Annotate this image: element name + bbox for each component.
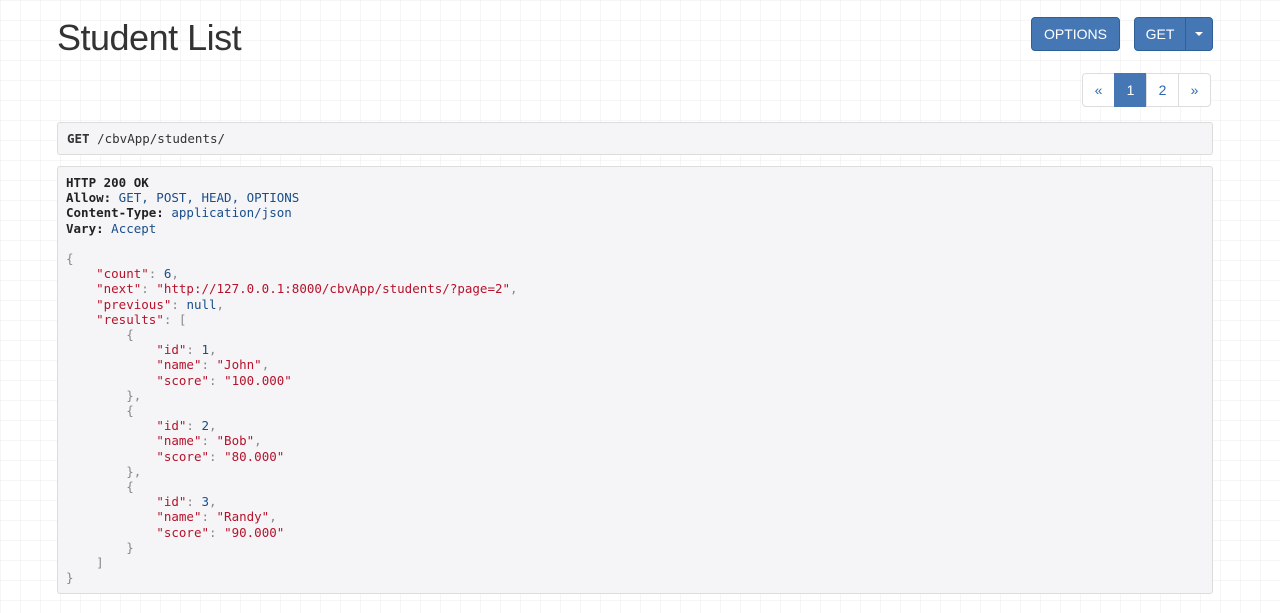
json-value: "Bob" (216, 433, 255, 449)
json-key: "id" (156, 418, 187, 434)
response-header-name: Allow: (66, 190, 112, 206)
json-value: null (186, 296, 217, 312)
pagination-prev[interactable]: « (1082, 73, 1115, 107)
response-header-value: application/json (163, 205, 292, 221)
request-method: GET (67, 131, 90, 146)
json-key: "score" (156, 448, 209, 464)
request-path: /cbvApp/students/ (89, 131, 226, 146)
chevron-down-icon (1195, 32, 1203, 36)
json-value: "Randy" (216, 509, 270, 525)
json-key: "results" (96, 311, 164, 327)
json-key: "previous" (96, 296, 172, 312)
response-header-name: Vary: (66, 220, 104, 236)
request-info: GET /cbvApp/students/ (57, 122, 1213, 155)
page-title: Student List (57, 17, 242, 58)
options-button-label: OPTIONS (1043, 26, 1107, 42)
json-key: "name" (156, 357, 202, 373)
response-status: HTTP 200 OK (66, 175, 149, 190)
json-value: 3 (201, 494, 210, 510)
response-header-value: GET, POST, HEAD, OPTIONS (111, 190, 300, 206)
json-value: "80.000" (224, 448, 285, 464)
json-value: 2 (201, 418, 210, 434)
json-value: "John" (216, 357, 262, 373)
response-header-name: Content-Type: (66, 205, 164, 221)
json-key: "name" (156, 433, 202, 449)
response-header-value: Accept (103, 220, 157, 236)
get-format-dropdown-toggle[interactable] (1185, 18, 1212, 50)
json-key: "id" (156, 494, 187, 510)
json-key: "id" (156, 342, 187, 358)
get-button[interactable]: GET (1135, 18, 1185, 50)
pagination-page-2[interactable]: 2 (1146, 73, 1179, 107)
pagination-page-1[interactable]: 1 (1114, 73, 1147, 107)
json-key: "count" (96, 266, 149, 282)
json-key: "score" (156, 372, 209, 388)
options-button[interactable]: OPTIONS (1031, 17, 1120, 51)
json-value: "100.000" (224, 372, 292, 388)
response-info: HTTP 200 OK Allow: GET, POST, HEAD, OPTI… (57, 166, 1213, 594)
json-key: "name" (156, 509, 202, 525)
json-value: "90.000" (224, 524, 285, 540)
pagination: « 1 2 » (1082, 73, 1211, 107)
pagination-next[interactable]: » (1178, 73, 1211, 107)
json-key: "score" (156, 524, 209, 540)
json-key: "next" (96, 281, 142, 297)
get-button-group[interactable]: GET (1134, 17, 1213, 51)
get-button-label: GET (1145, 26, 1175, 42)
json-link[interactable]: "http://127.0.0.1:8000/cbvApp/students/?… (156, 281, 510, 296)
json-value: 1 (201, 342, 210, 358)
